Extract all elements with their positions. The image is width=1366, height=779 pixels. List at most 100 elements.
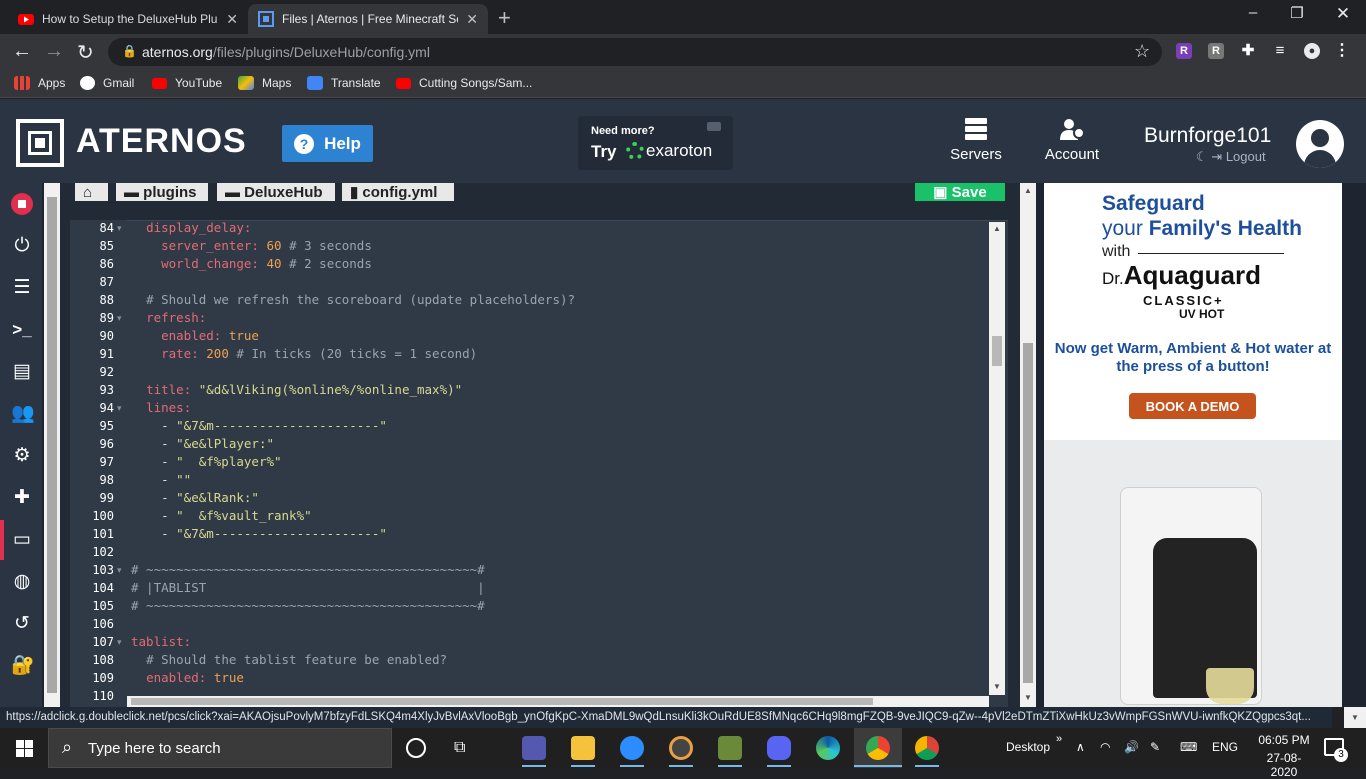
username[interactable]: Burnforge101: [1144, 124, 1271, 148]
breadcrumb-home[interactable]: ⌂: [75, 183, 108, 201]
pen-icon[interactable]: ✎: [1150, 740, 1160, 754]
code-line-107[interactable]: tablist:: [131, 634, 191, 649]
browser-tab-aternos[interactable]: Files | Aternos | Free Minecraft Se ✕: [248, 4, 488, 34]
lock-icon[interactable]: 🔒: [122, 44, 137, 58]
stop-server-icon[interactable]: [11, 193, 33, 215]
fold-toggle-icon[interactable]: ▾: [117, 313, 122, 324]
scroll-down-icon[interactable]: ▼: [1024, 693, 1032, 702]
bookmark-apps[interactable]: Apps: [14, 76, 65, 90]
software-gears-icon[interactable]: ⚙: [11, 445, 33, 467]
code-line-93[interactable]: title: "&d&lViking(%online%/%online_max%…: [131, 382, 462, 397]
keyboard-icon[interactable]: ⌨: [1180, 740, 1197, 754]
bookmark-maps[interactable]: Maps: [238, 76, 291, 90]
chrome-icon[interactable]: [866, 736, 890, 760]
media-control-icon[interactable]: ≡: [1272, 43, 1288, 59]
editor-horizontal-scrollbar[interactable]: [127, 696, 989, 707]
clock-date[interactable]: 27-08-2020: [1254, 751, 1314, 779]
fold-toggle-icon[interactable]: ▾: [117, 403, 122, 414]
discord-icon[interactable]: [767, 736, 791, 760]
maximize-icon[interactable]: ❐: [1274, 4, 1320, 28]
code-line-103[interactable]: # ~~~~~~~~~~~~~~~~~~~~~~~~~~~~~~~~~~~~~~…: [131, 562, 485, 577]
show-hidden-icons-icon[interactable]: ∧: [1076, 740, 1085, 754]
editor-vertical-scrollbar[interactable]: ▲ ▼: [989, 222, 1005, 695]
access-lock-icon[interactable]: 🔐: [11, 655, 35, 677]
teams-icon[interactable]: [522, 736, 546, 760]
close-tab-icon[interactable]: ✕: [466, 11, 478, 28]
log-file-icon[interactable]: ▤: [11, 361, 33, 383]
url-text[interactable]: aternos.org/files/plugins/DeluxeHub/conf…: [142, 44, 430, 60]
code-line-95[interactable]: - "&7&m----------------------": [131, 418, 387, 433]
desktop-toolbar-label[interactable]: Desktop: [1006, 740, 1050, 754]
breadcrumb-config[interactable]: ▮ config.yml: [342, 183, 454, 201]
windows-start-icon[interactable]: [16, 740, 33, 757]
volume-icon[interactable]: 🔊: [1124, 740, 1139, 754]
code-line-98[interactable]: - "": [131, 472, 191, 487]
bookmark-translate[interactable]: Translate: [307, 76, 381, 90]
file-explorer-icon[interactable]: [571, 736, 595, 760]
bookmark-gmail[interactable]: Gmail: [80, 76, 134, 90]
wifi-icon[interactable]: ◠: [1100, 740, 1110, 754]
forward-icon[interactable]: →: [44, 40, 64, 63]
page-scrollbar[interactable]: [44, 183, 60, 707]
profile-icon[interactable]: ●: [1304, 43, 1320, 59]
scroll-up-icon[interactable]: ▲: [993, 224, 1001, 233]
browser-tab-youtube[interactable]: How to Setup the DeluxeHub Plu ✕: [8, 4, 248, 34]
bookmark-cutting-songs[interactable]: Cutting Songs/Sam...: [396, 76, 532, 90]
code-line-108[interactable]: # Should the tablist feature be enabled?: [131, 652, 447, 667]
logout-link[interactable]: ☾ ⇥ Logout: [1196, 149, 1266, 165]
worlds-globe-icon[interactable]: ◍: [11, 571, 33, 593]
fold-toggle-icon[interactable]: ▾: [117, 637, 122, 648]
brand-name[interactable]: ATERNOS: [76, 122, 247, 161]
book-demo-button[interactable]: BOOK A DEMO: [1129, 393, 1256, 419]
task-view-icon[interactable]: ⧉: [454, 739, 465, 757]
close-tab-icon[interactable]: ✕: [226, 11, 238, 28]
scroll-down-icon[interactable]: ▼: [1344, 707, 1366, 728]
chrome-menu-icon[interactable]: ⋮: [1334, 43, 1350, 59]
clock-time[interactable]: 06:05 PM: [1254, 733, 1314, 747]
fold-toggle-icon[interactable]: ▾: [117, 565, 122, 576]
scroll-up-icon[interactable]: ▲: [1024, 186, 1032, 195]
code-line-90[interactable]: enabled: true: [131, 328, 259, 343]
code-line-86[interactable]: world_change: 40 # 2 seconds: [131, 256, 372, 271]
language-indicator[interactable]: ENG: [1212, 740, 1238, 754]
code-line-94[interactable]: lines:: [131, 400, 191, 415]
media-player-icon[interactable]: [669, 736, 693, 760]
moon-icon[interactable]: ☾: [1196, 149, 1208, 164]
code-line-96[interactable]: - "&e&lPlayer:": [131, 436, 274, 451]
power-icon[interactable]: ⏻: [11, 235, 33, 257]
backups-history-icon[interactable]: ↺: [11, 613, 33, 635]
avatar[interactable]: [1296, 120, 1344, 168]
plugins-puzzle-icon[interactable]: ✚: [11, 487, 33, 509]
extension-r-icon[interactable]: R: [1176, 43, 1192, 59]
back-icon[interactable]: ←: [12, 40, 32, 63]
scroll-down-icon[interactable]: ▼: [993, 682, 1001, 691]
toolbar-chevron-icon[interactable]: »: [1056, 733, 1062, 745]
code-line-99[interactable]: - "&e&lRank:": [131, 490, 259, 505]
close-window-icon[interactable]: ✕: [1320, 4, 1366, 28]
new-tab-icon[interactable]: +: [498, 5, 511, 31]
nav-servers[interactable]: Servers: [941, 118, 1011, 163]
code-line-85[interactable]: server_enter: 60 # 3 seconds: [131, 238, 372, 253]
save-button[interactable]: ▣ Save: [915, 183, 1005, 201]
code-line-109[interactable]: enabled: true: [131, 670, 244, 685]
extension-r2-icon[interactable]: R: [1208, 43, 1224, 59]
edge-icon[interactable]: [816, 736, 840, 760]
code-line-97[interactable]: - " &f%player%": [131, 454, 281, 469]
code-line-84[interactable]: display_delay:: [131, 220, 251, 235]
breadcrumb-deluxehub[interactable]: ▬ DeluxeHub: [217, 183, 335, 201]
cortana-icon[interactable]: [406, 738, 426, 758]
minimize-icon[interactable]: –: [1230, 4, 1276, 28]
code-line-91[interactable]: rate: 200 # In ticks (20 ticks = 1 secon…: [131, 346, 477, 361]
code-line-89[interactable]: refresh:: [131, 310, 206, 325]
files-folder-icon[interactable]: ▭: [11, 529, 33, 551]
help-button[interactable]: ? Help: [282, 125, 373, 162]
zoom-icon[interactable]: [620, 736, 644, 760]
extensions-puzzle-icon[interactable]: ✚: [1240, 43, 1256, 59]
code-line-104[interactable]: # |TABLIST |: [131, 580, 485, 595]
code-line-105[interactable]: # ~~~~~~~~~~~~~~~~~~~~~~~~~~~~~~~~~~~~~~…: [131, 598, 485, 613]
content-scrollbar[interactable]: ▲ ▼: [1020, 183, 1036, 707]
chrome-profile-icon[interactable]: [915, 736, 939, 760]
code-line-101[interactable]: - "&7&m----------------------": [131, 526, 387, 541]
code-line-100[interactable]: - " &f%vault_rank%": [131, 508, 312, 523]
options-icon[interactable]: ☰: [11, 277, 33, 299]
